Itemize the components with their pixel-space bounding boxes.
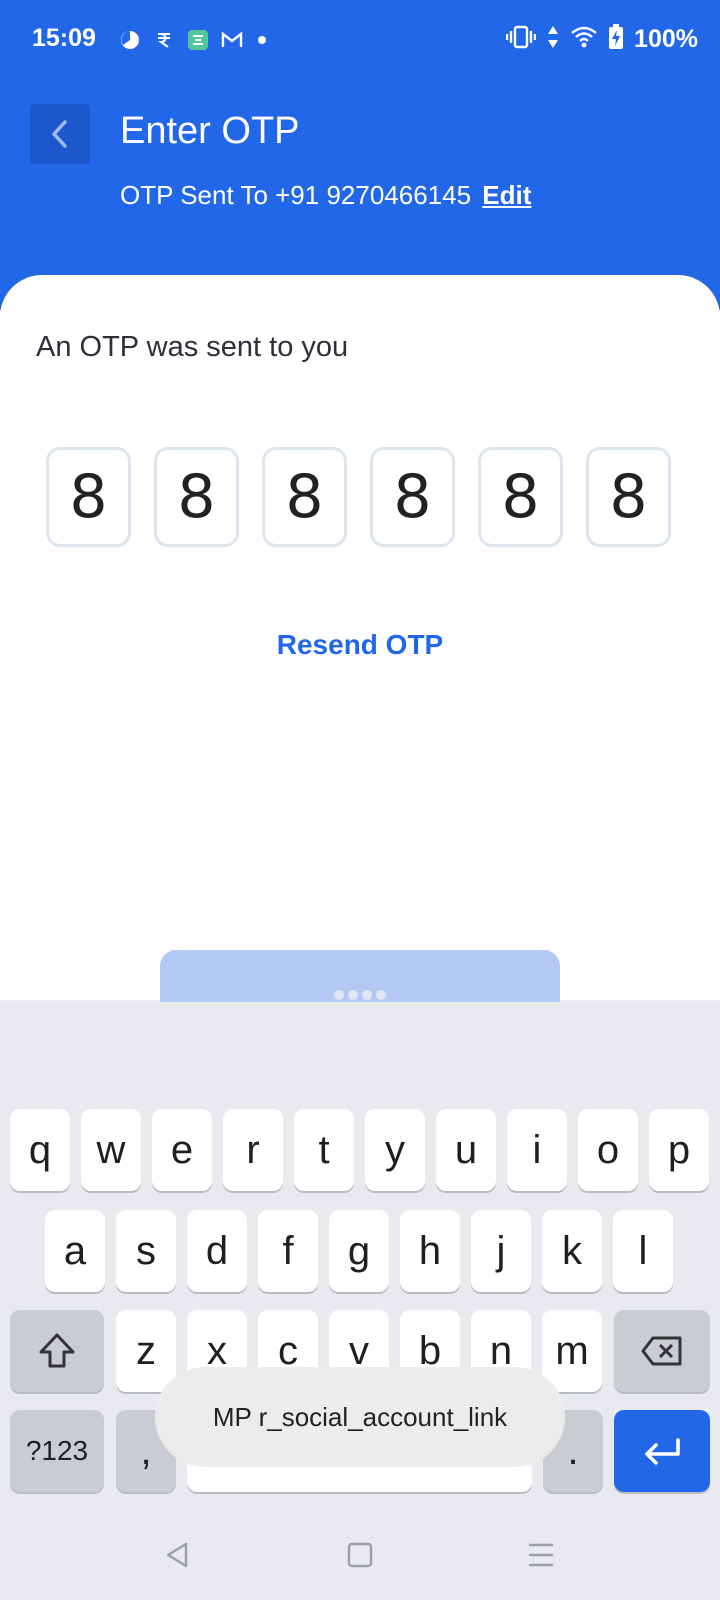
resend-otp-link[interactable]: Resend OTP xyxy=(0,629,720,661)
key-a[interactable]: a xyxy=(45,1210,105,1292)
notification-icons xyxy=(118,28,266,52)
data-arrows-icon xyxy=(546,25,560,54)
key-d[interactable]: d xyxy=(187,1210,247,1292)
backspace-key[interactable] xyxy=(614,1310,710,1392)
autofill-suggestion[interactable]: MP r_social_account_link xyxy=(155,1367,565,1467)
menu-lines-icon xyxy=(529,1543,553,1567)
square-home-icon xyxy=(347,1542,373,1568)
key-y[interactable]: y xyxy=(365,1109,425,1191)
nav-back-button[interactable] xyxy=(162,1540,192,1570)
gmail-icon xyxy=(220,28,244,52)
nav-recents-button[interactable] xyxy=(526,1540,556,1570)
otp-digit-3[interactable]: 8 xyxy=(262,447,347,547)
key-u[interactable]: u xyxy=(436,1109,496,1191)
key-f[interactable]: f xyxy=(258,1210,318,1292)
key-l[interactable]: l xyxy=(613,1210,673,1292)
enter-key[interactable] xyxy=(614,1410,710,1492)
back-button[interactable] xyxy=(30,104,90,164)
otp-sent-text: OTP Sent To +91 9270466145 xyxy=(120,180,472,210)
otp-digit-2[interactable]: 8 xyxy=(154,447,239,547)
dot-icon xyxy=(258,36,266,44)
system-icons: 100% xyxy=(505,24,698,55)
shift-key[interactable] xyxy=(10,1310,104,1392)
submit-button[interactable] xyxy=(160,950,560,1010)
key-s[interactable]: s xyxy=(116,1210,176,1292)
key-h[interactable]: h xyxy=(400,1210,460,1292)
shift-icon xyxy=(39,1333,75,1368)
key-e[interactable]: e xyxy=(152,1109,212,1191)
rupee-icon xyxy=(152,28,176,52)
key-o[interactable]: o xyxy=(578,1109,638,1191)
vibrate-icon xyxy=(505,25,537,54)
backspace-icon xyxy=(641,1336,682,1366)
otp-digit-5[interactable]: 8 xyxy=(478,447,563,547)
navigation-bar xyxy=(0,1510,720,1600)
key-w[interactable]: w xyxy=(81,1109,141,1191)
otp-heading: An OTP was sent to you xyxy=(36,331,349,363)
battery-charging-icon xyxy=(608,24,624,55)
key-j[interactable]: j xyxy=(471,1210,531,1292)
key-m[interactable]: m xyxy=(542,1310,602,1392)
key-t[interactable]: t xyxy=(294,1109,354,1191)
key-r[interactable]: r xyxy=(223,1109,283,1191)
otp-card: An OTP was sent to you 8 8 8 8 8 8 Resen… xyxy=(0,275,720,1010)
status-time: 15:09 xyxy=(32,24,96,52)
otp-digit-1[interactable]: 8 xyxy=(46,447,131,547)
app-icon xyxy=(186,28,210,52)
key-z[interactable]: z xyxy=(116,1310,176,1392)
otp-input-row: 8 8 8 8 8 8 xyxy=(46,447,671,547)
app-header: 15:09 100% Enter OTP OTP Sent To +91 927… xyxy=(0,0,720,310)
wifi-icon xyxy=(570,25,598,54)
key-p[interactable]: p xyxy=(649,1109,709,1191)
chevron-left-icon xyxy=(52,120,67,148)
pie-chart-icon xyxy=(118,28,142,52)
otp-digit-4[interactable]: 8 xyxy=(370,447,455,547)
key-g[interactable]: g xyxy=(329,1210,389,1292)
enter-icon xyxy=(645,1438,680,1465)
key-i[interactable]: i xyxy=(507,1109,567,1191)
nav-home-button[interactable] xyxy=(345,1540,375,1570)
otp-digit-6[interactable]: 8 xyxy=(586,447,671,547)
loading-dots xyxy=(160,990,560,1000)
triangle-back-icon xyxy=(166,1542,188,1568)
symbols-key[interactable]: ?123 xyxy=(10,1410,104,1492)
status-bar: 15:09 100% xyxy=(0,0,720,80)
key-k[interactable]: k xyxy=(542,1210,602,1292)
key-q[interactable]: q xyxy=(10,1109,70,1191)
battery-level: 100% xyxy=(634,25,698,53)
otp-sent-info: OTP Sent To +91 9270466145 Edit xyxy=(120,180,531,211)
page-title: Enter OTP xyxy=(120,110,300,152)
edit-phone-link[interactable]: Edit xyxy=(482,180,531,210)
